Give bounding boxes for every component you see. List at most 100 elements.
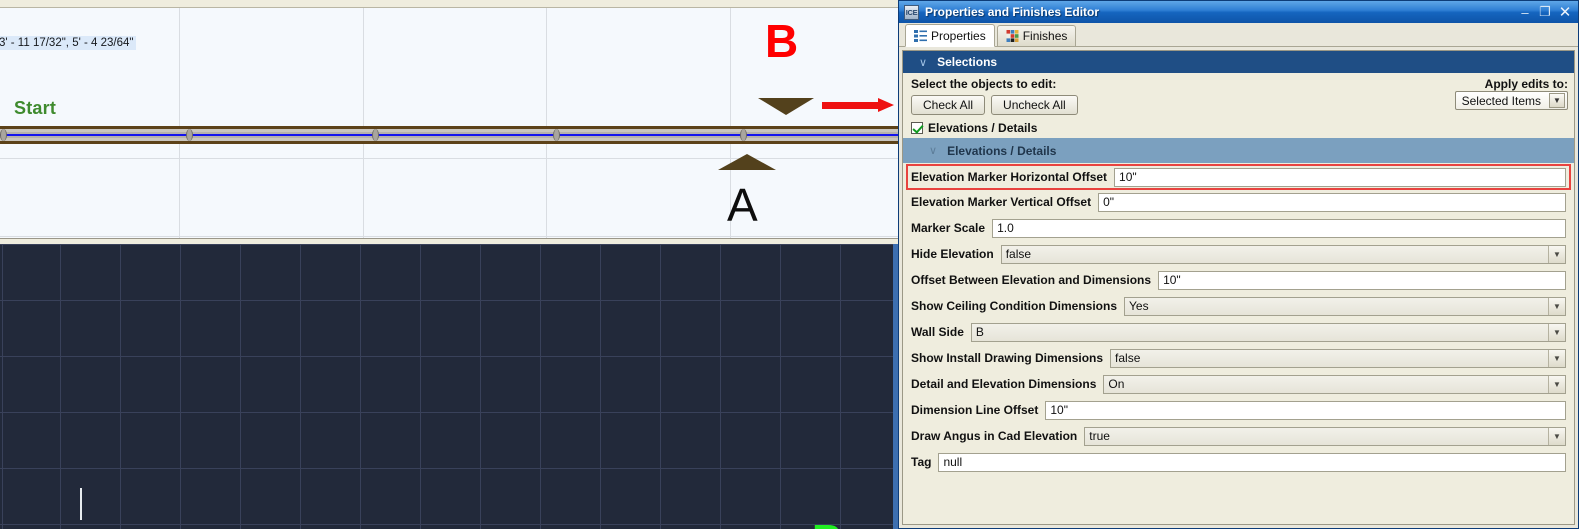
plan-wall-assembly[interactable] (0, 126, 898, 144)
property-row: Detail and Elevation Dimensions On ▼ (911, 371, 1566, 397)
screenshot-root: 3' - 11 17/32", 5' - 4 23/64" Start B A (0, 0, 1579, 529)
elev-grid-line-v (780, 244, 781, 529)
property-row: Hide Elevation false ▼ (911, 241, 1566, 267)
property-row: Elevation Marker Horizontal Offset 10" (906, 164, 1571, 190)
chevron-down-icon[interactable]: ▼ (1548, 297, 1565, 315)
window-title: Properties and Finishes Editor (925, 5, 1100, 19)
property-input[interactable]: 0" (1098, 192, 1566, 212)
property-value: 10" (1163, 273, 1181, 287)
plan-elevation-marker-b-label: B (765, 15, 799, 67)
tab-finishes[interactable]: Finishes (996, 25, 1077, 46)
selections-area: Select the objects to edit: Apply edits … (903, 73, 1574, 138)
window-title-bar[interactable]: ICE Properties and Finishes Editor – ❐ ✕ (899, 1, 1578, 23)
property-value: 0" (1103, 195, 1115, 209)
wall-node[interactable] (740, 129, 747, 141)
property-value: 10" (1119, 170, 1137, 184)
property-label: Hide Elevation (911, 247, 994, 261)
plan-annotation-arrow-icon (822, 98, 894, 112)
uncheck-all-button[interactable]: Uncheck All (991, 95, 1078, 115)
property-label: Show Ceiling Condition Dimensions (911, 299, 1117, 313)
property-value: Yes (1129, 299, 1149, 313)
tab-properties-label: Properties (931, 28, 986, 43)
chevron-down-icon[interactable]: ▼ (1548, 245, 1565, 263)
wall-center-line (0, 134, 898, 136)
select-objects-prompt: Select the objects to edit: (911, 77, 1057, 91)
elev-grid-line-h (0, 524, 898, 525)
wall-node[interactable] (372, 129, 379, 141)
elev-grid-line-h (0, 244, 898, 245)
dialog-body: ∨ Selections Select the objects to edit:… (902, 50, 1575, 525)
elevations-details-header-label: Elevations / Details (947, 143, 1057, 158)
property-dropdown[interactable]: On ▼ (1103, 374, 1566, 394)
chevron-down-icon[interactable]: ∨ (919, 56, 927, 69)
plan-elevation-marker-b-triangle[interactable] (758, 98, 814, 115)
chevron-down-icon[interactable]: ∨ (929, 144, 937, 157)
properties-and-finishes-editor-window[interactable]: ICE Properties and Finishes Editor – ❐ ✕… (898, 0, 1579, 529)
close-icon[interactable]: ✕ (1555, 3, 1575, 21)
property-row: Offset Between Elevation and Dimensions 1… (911, 267, 1566, 293)
tab-finishes-label: Finishes (1022, 29, 1068, 43)
elev-grid-line-v (420, 244, 421, 529)
property-row: Elevation Marker Vertical Offset 0" (911, 189, 1566, 215)
cad-drawing-area[interactable]: 3' - 11 17/32", 5' - 4 23/64" Start B A (0, 0, 898, 529)
property-label: Show Install Drawing Dimensions (911, 351, 1104, 365)
property-dropdown[interactable]: false ▼ (1000, 244, 1566, 264)
elev-grid-line-h (0, 356, 898, 357)
tab-properties[interactable]: Properties (905, 24, 995, 47)
elev-grid-line-v (480, 244, 481, 529)
elev-grid-line-v (600, 244, 601, 529)
apply-edits-label: Apply edits to: (1484, 77, 1568, 91)
property-row: Dimension Line Offset 10" (911, 397, 1566, 423)
chevron-down-icon[interactable]: ▼ (1548, 349, 1565, 367)
properties-list: Elevation Marker Horizontal Offset 10" Ele… (903, 163, 1574, 524)
property-value: 1.0 (997, 221, 1014, 235)
selections-top-row: Select the objects to edit: Apply edits … (911, 77, 1568, 91)
wall-node[interactable] (0, 129, 7, 141)
property-input[interactable]: 10" (1045, 400, 1566, 420)
plan-grid-line-v (179, 8, 180, 238)
property-input[interactable]: 10" (1114, 167, 1566, 187)
wall-node[interactable] (186, 129, 193, 141)
property-label: Draw Angus in Cad Elevation (911, 429, 1078, 443)
chevron-down-icon[interactable]: ▼ (1548, 375, 1565, 393)
elev-grid-line-v (660, 244, 661, 529)
property-input[interactable]: null (938, 452, 1566, 472)
selections-section-header[interactable]: ∨ Selections (903, 51, 1574, 73)
property-input[interactable]: 10" (1158, 270, 1566, 290)
check-all-button[interactable]: Check All (911, 95, 986, 115)
elevations-details-checkbox[interactable] (911, 122, 923, 134)
plan-start-label: Start (14, 98, 57, 118)
elevations-details-checkbox-row[interactable]: Elevations / Details (911, 121, 1568, 135)
property-input[interactable]: 1.0 (992, 218, 1566, 238)
elev-grid-line-v (720, 244, 721, 529)
property-row: Marker Scale 1.0 (911, 215, 1566, 241)
elevations-details-section-header[interactable]: ∨ Elevations / Details (903, 138, 1574, 163)
elev-grid-line-h (0, 300, 898, 301)
property-label: Dimension Line Offset (911, 403, 1039, 417)
property-value: B (975, 325, 984, 339)
property-dropdown[interactable]: true ▼ (1084, 426, 1566, 446)
property-dropdown[interactable]: false ▼ (1110, 348, 1566, 368)
property-dropdown[interactable]: Yes ▼ (1124, 296, 1566, 316)
plan-elevation-marker-a-triangle[interactable] (718, 154, 776, 170)
wall-node[interactable] (553, 129, 560, 141)
property-label: Offset Between Elevation and Dimensions (911, 273, 1152, 287)
arrow-head (878, 98, 894, 112)
tab-strip[interactable]: Properties Finishes (899, 23, 1578, 47)
maximize-icon[interactable]: ❐ (1535, 4, 1555, 20)
elev-grid-line-v (360, 244, 361, 529)
cad-elevation-view[interactable]: Start B A (0, 238, 898, 529)
app-icon: ICE (904, 4, 919, 20)
chevron-down-icon[interactable]: ▼ (1549, 93, 1565, 108)
arrow-shaft (822, 102, 878, 109)
cad-plan-view[interactable]: 3' - 11 17/32", 5' - 4 23/64" Start B A (0, 0, 898, 238)
coordinate-readout: 3' - 11 17/32", 5' - 4 23/64" (0, 36, 137, 50)
property-dropdown[interactable]: B ▼ (970, 322, 1566, 342)
plan-elevation-marker-a-label: A (727, 179, 758, 231)
elev-grid-line-v (240, 244, 241, 529)
apply-edits-to-dropdown[interactable]: Selected Items ▼ (1454, 91, 1568, 110)
chevron-down-icon[interactable]: ▼ (1548, 427, 1565, 445)
minimize-icon[interactable]: – (1515, 5, 1535, 20)
elevation-marker-b-label: B (812, 519, 842, 529)
chevron-down-icon[interactable]: ▼ (1548, 323, 1565, 341)
